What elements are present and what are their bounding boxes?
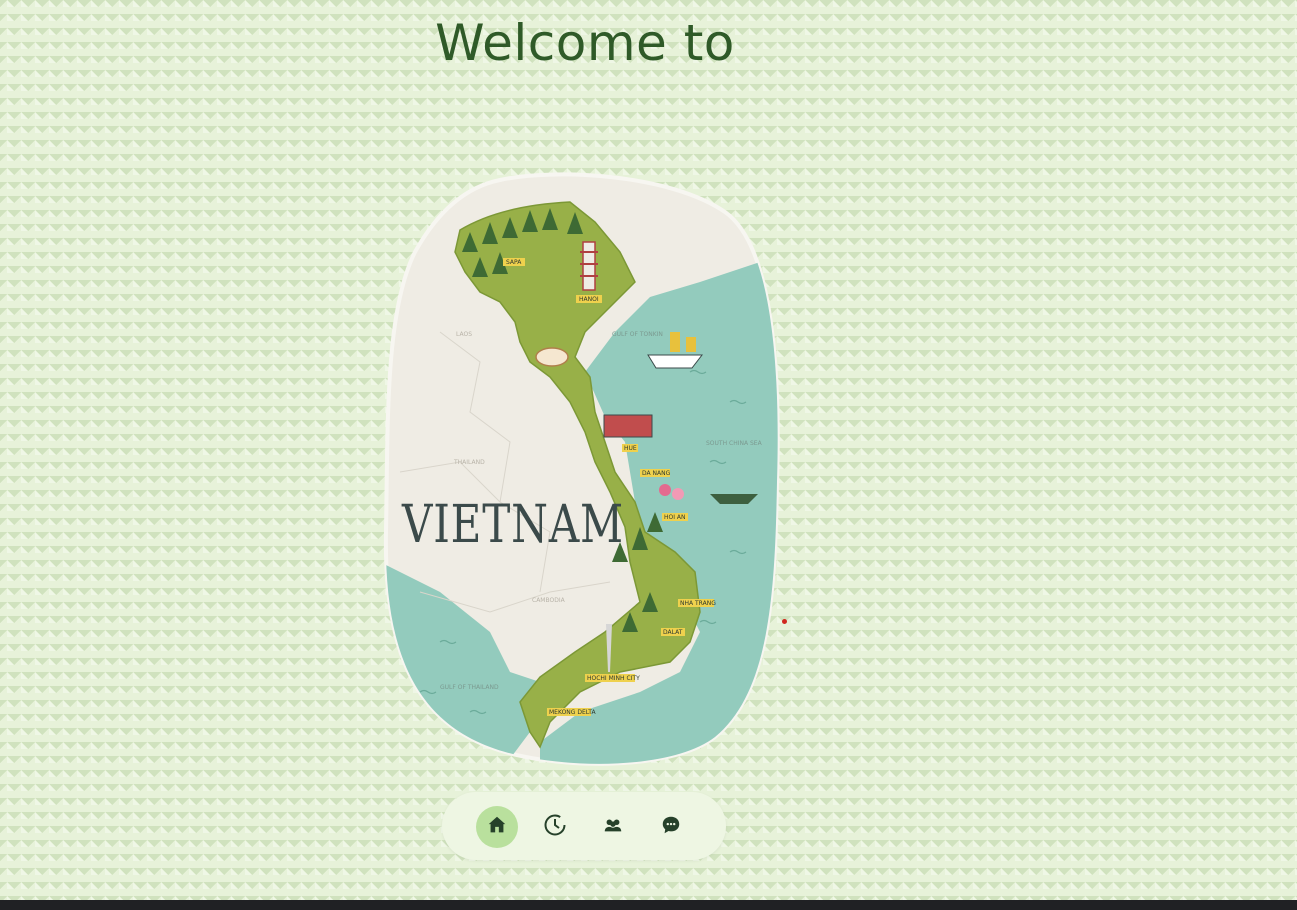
label-sapa: SAPA (506, 259, 522, 266)
label-dalat: DALAT (663, 629, 683, 636)
temple-icon (603, 414, 653, 438)
label-gulf-tonkin: GULF OF TONKIN (612, 331, 663, 338)
label-hanoi: HANOI (579, 296, 599, 303)
label-hcmc: HOCHI MINH CITY (587, 675, 640, 682)
pagoda-icon (580, 241, 598, 291)
nav-chat-button[interactable] (650, 806, 692, 848)
people-icon (602, 814, 624, 840)
page-title: Welcome to (435, 14, 735, 72)
nav-history-button[interactable] (534, 806, 576, 848)
clock-icon (543, 813, 567, 841)
label-south-china-sea: SOUTH CHINA SEA (706, 440, 763, 447)
red-marker-dot (782, 619, 787, 624)
nav-home-button[interactable] (476, 806, 518, 848)
label-nhatrang: NHA TRANG (680, 600, 716, 607)
label-cambodia: CAMBODIA (532, 597, 566, 604)
label-hue: HUE (624, 445, 637, 452)
label-gulf-thailand: GULF OF THAILAND (440, 684, 499, 691)
nav-community-button[interactable] (592, 806, 634, 848)
home-icon (486, 814, 508, 840)
taskbar (0, 900, 1297, 910)
label-thailand: THAILAND (453, 459, 485, 466)
label-hoian: HOI AN (664, 514, 686, 521)
chat-bubble-icon (660, 814, 682, 840)
label-laos: LAOS (456, 331, 472, 338)
label-danang: DA NANG (642, 470, 671, 477)
bottom-nav (442, 792, 726, 860)
vietnam-map: SAPA HANOI HUE DA NANG HOI AN NHA TRANG … (380, 172, 790, 768)
label-mekong: MEKONG DELTA (549, 709, 596, 716)
map-country-name: VIETNAM (401, 495, 624, 555)
